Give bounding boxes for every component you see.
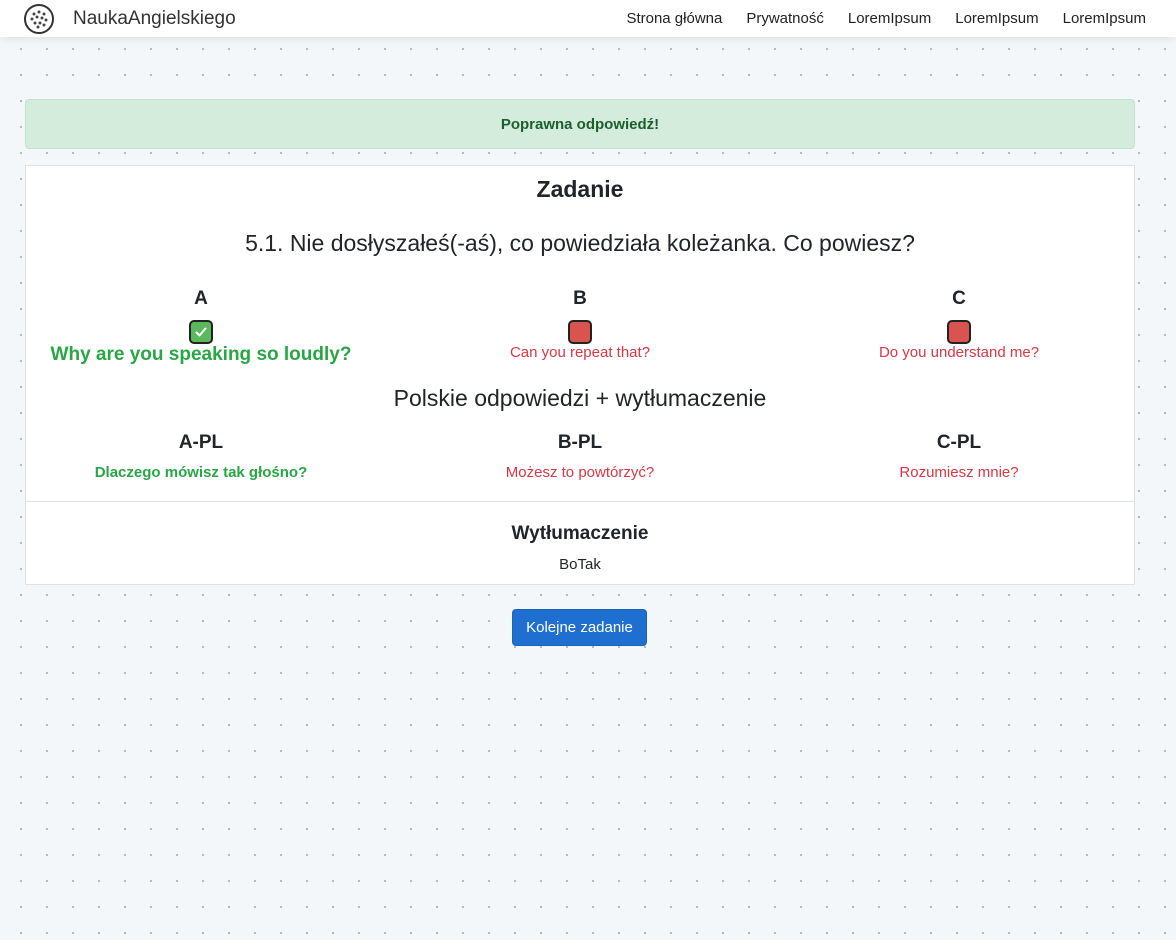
explanation-text: BoTak [559,556,601,573]
explanation-title: Wytłumaczenie [511,523,649,544]
option-b-box-row [405,320,755,344]
pl-c-translation: Rozumiesz mnie? [899,464,1019,481]
pl-section-title: Polskie odpowiedzi + wytłumaczenie [393,385,767,411]
option-b-checkbox[interactable] [568,320,592,344]
option-c-checkbox[interactable] [947,320,971,344]
option-c-answer: Do you understand me? [878,344,1040,361]
task-question: 5.1. Nie dosłyszałeś(-aś), co powiedział… [245,230,915,256]
nav-link-lorem-1[interactable]: LoremIpsum [848,10,931,27]
nav-link-home[interactable]: Strona główna [626,10,722,27]
pl-c-letter: C-PL [936,432,982,453]
brand[interactable]: NaukaAngielskiego [24,3,236,34]
pl-a-letter: A-PL [178,432,224,453]
nav-links: Strona główna Prywatność LoremIpsum Lore… [602,0,1146,37]
option-b-answer: Can you repeat that? [509,344,651,361]
option-b-letter: B [573,288,587,309]
pl-b-translation: Możesz to powtórzyć? [505,464,655,481]
nav-link-lorem-2[interactable]: LoremIpsum [955,10,1038,27]
option-a-letter: A [194,288,208,309]
nav-link-privacy[interactable]: Prywatność [746,10,824,27]
option-a-box-row [26,320,376,344]
success-alert: Poprawna odpowiedź! [25,99,1135,149]
option-a-checkbox[interactable] [189,320,213,344]
task-title: Zadanie [536,176,624,202]
navbar: NaukaAngielskiego Strona główna Prywatno… [0,0,1176,37]
next-task-button[interactable]: Kolejne zadanie [512,609,647,646]
pl-a-translation: Dlaczego mówisz tak głośno? [94,464,308,481]
brand-name[interactable]: NaukaAngielskiego [73,8,236,30]
pl-b-letter: B-PL [557,432,603,453]
option-c-letter: C [952,288,966,309]
explanation-section: Wytłumaczenie BoTak [26,501,1134,584]
dotted-globe-icon [24,3,54,34]
check-icon [195,327,207,337]
option-c-box-row [784,320,1134,344]
option-a-answer: Why are you speaking so loudly? [50,344,352,365]
task-card: Zadanie 5.1. Nie dosłyszałeś(-aś), co po… [25,165,1135,585]
nav-link-lorem-3[interactable]: LoremIpsum [1063,10,1146,27]
